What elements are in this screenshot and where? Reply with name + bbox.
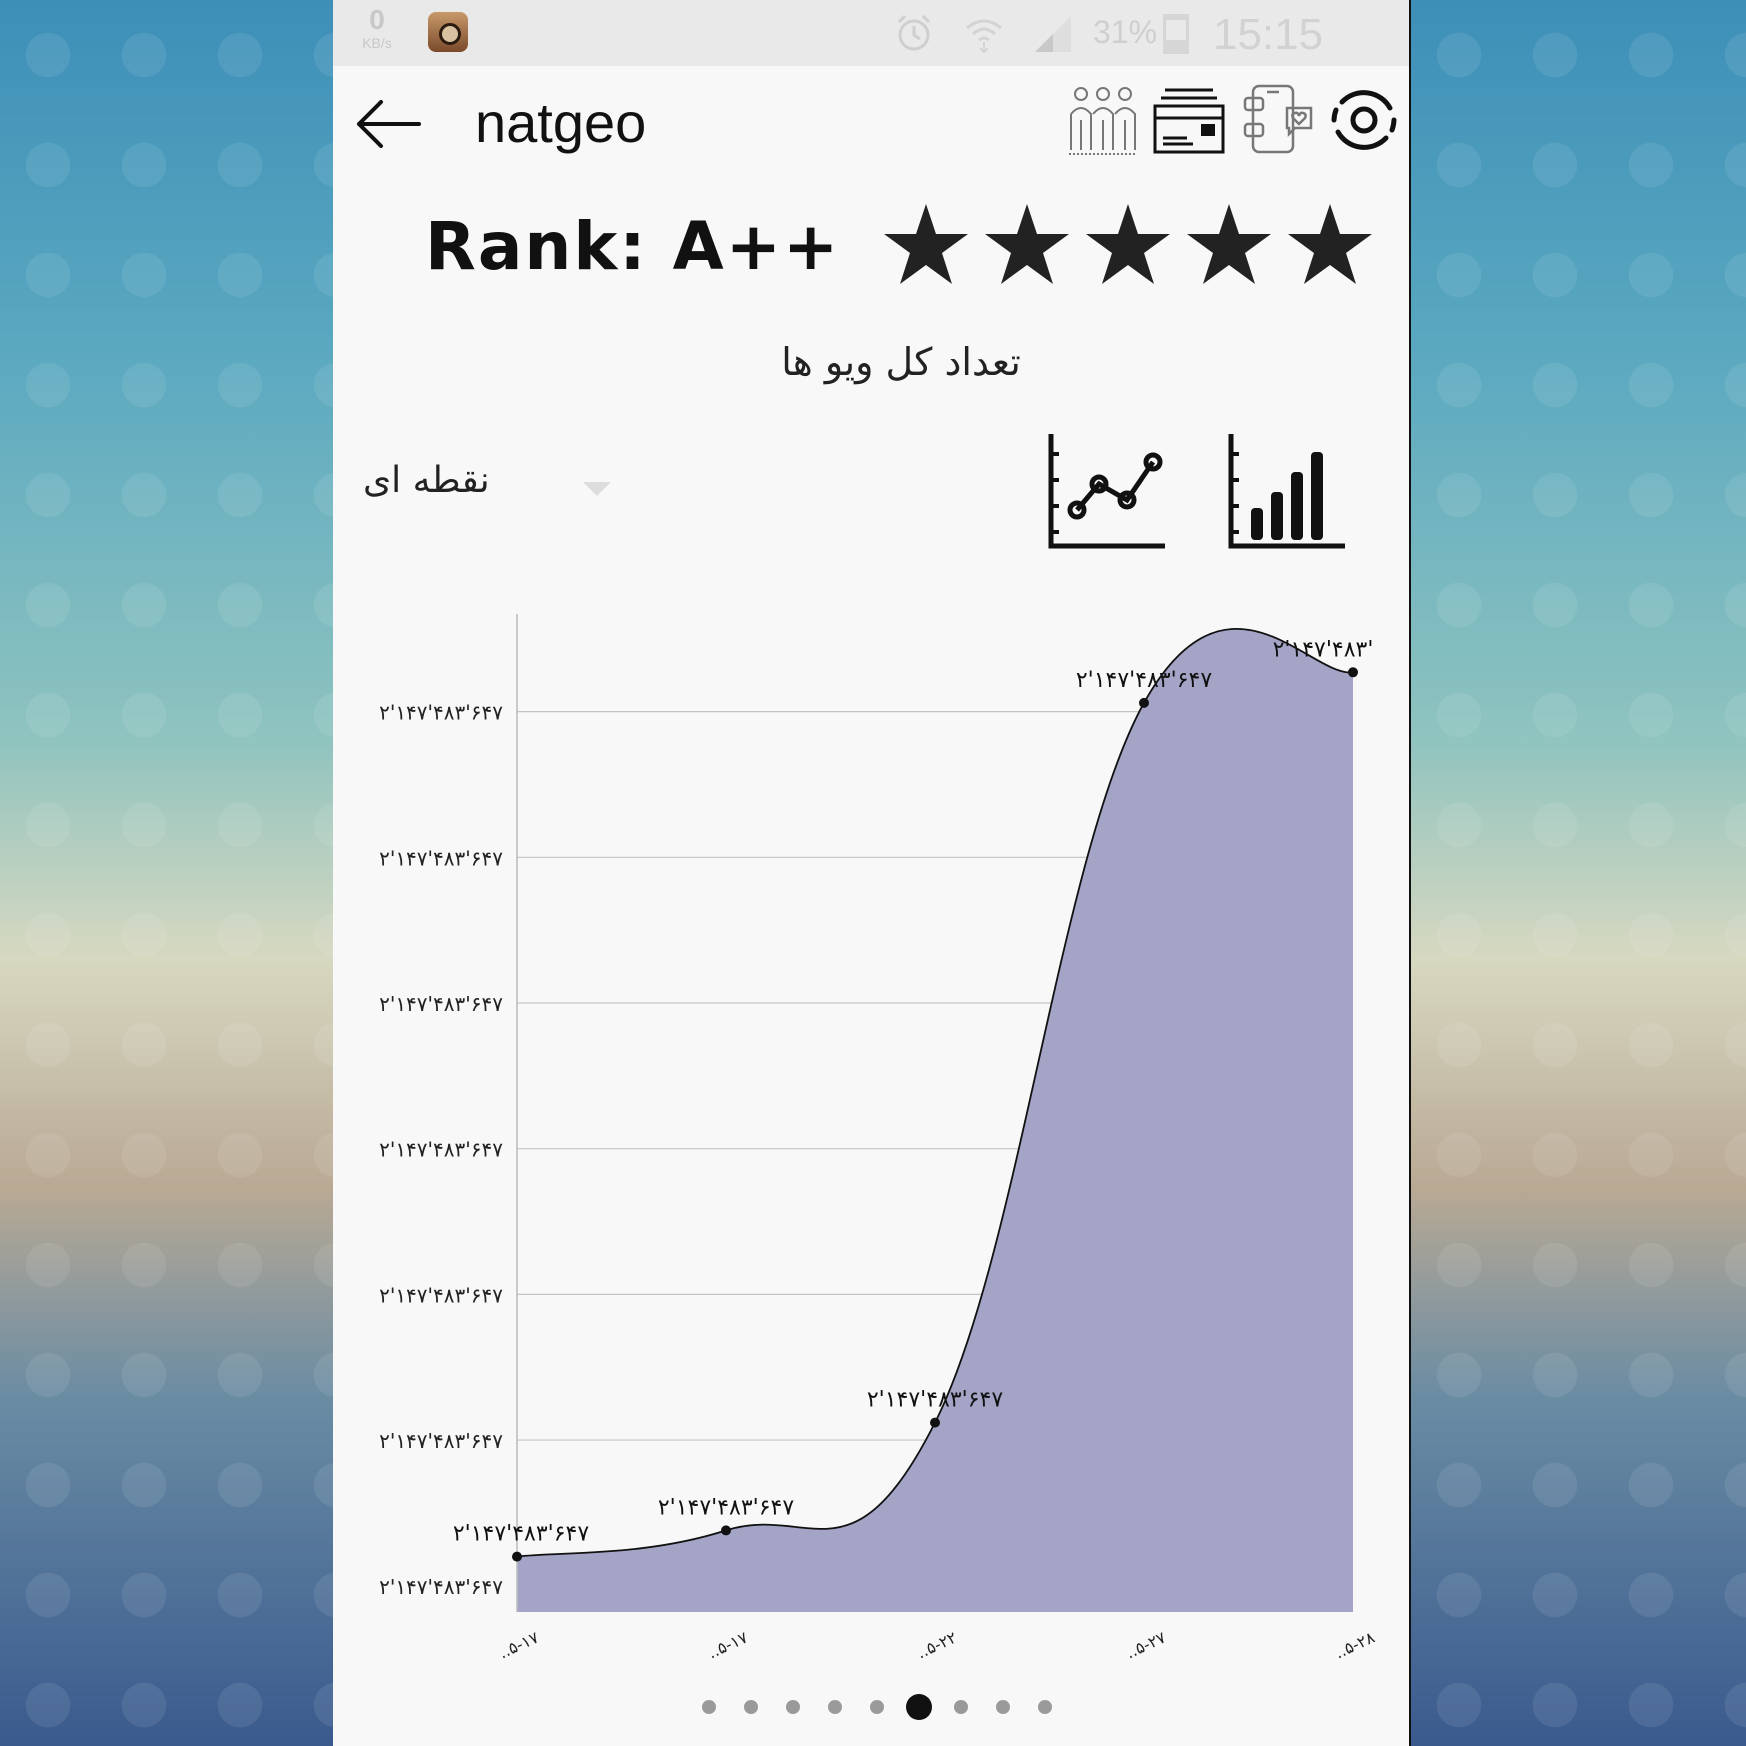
- page-dot[interactable]: [702, 1700, 716, 1714]
- data-point-label: ۲'۱۴۷'۴۸۳'۶۴۷: [867, 1388, 1003, 1413]
- x-tick-label: ..۵-۲۷: [1123, 1627, 1169, 1660]
- x-tick-label: ..۵-۱۷: [496, 1627, 542, 1660]
- followers-icon[interactable]: [1067, 84, 1139, 156]
- data-point[interactable]: [512, 1551, 522, 1562]
- data-point-label: ۲'۱۴۷'۴۸۳'۶۴۷: [1076, 668, 1212, 693]
- x-tick-label: ..۵-۲۲: [914, 1628, 960, 1660]
- data-point-label: ۲'۱۴۷'۴۸۳'۶۴۷: [453, 1522, 589, 1547]
- signal-icon: [1035, 16, 1071, 52]
- star-icon: [1086, 204, 1170, 284]
- app-screen: 0 KB/s 31% 15:15 natgeo Rank: A++ تعداد …: [333, 0, 1411, 1746]
- rank-stars: [881, 200, 1381, 290]
- clock: 15:15: [1213, 10, 1324, 59]
- y-tick-label: ۲'۱۴۷'۴۸۳'۶۴۷: [379, 992, 503, 1016]
- wifi-icon: [966, 19, 1002, 54]
- data-point-label: ۲'۱۴۷'۴۸۳': [1273, 637, 1374, 662]
- page-indicator: [333, 1694, 1409, 1720]
- y-tick-label: ۲'۱۴۷'۴۸۳'۶۴۷: [379, 1575, 503, 1599]
- y-tick-label: ۲'۱۴۷'۴۸۳'۶۴۷: [379, 1283, 503, 1307]
- chart-x-axis: ..۵-۱۷ ..۵-۱۷ ..۵-۲۲ ..۵-۲۷ ..۵-۲۸: [496, 1627, 1378, 1660]
- page-dot-active[interactable]: [906, 1694, 932, 1720]
- star-icon: [884, 204, 968, 284]
- page-dot[interactable]: [870, 1700, 884, 1714]
- data-point-label: ۲'۱۴۷'۴۸۳'۶۴۷: [658, 1495, 794, 1520]
- y-tick-label: ۲'۱۴۷'۴۸۳'۶۴۷: [379, 1429, 503, 1453]
- star-icon: [985, 204, 1069, 284]
- data-point[interactable]: [1139, 697, 1149, 708]
- network-speed-unit: KB/s: [362, 35, 392, 51]
- data-point[interactable]: [721, 1525, 731, 1536]
- battery-percent: 31%: [1093, 14, 1158, 50]
- views-area-chart: ۲'۱۴۷'۴۸۳'۶۴۷ ۲'۱۴۷'۴۸۳'۶۴۷ ۲'۱۴۷'۴۸۳'۶۴۷ ۲…: [379, 614, 1378, 1660]
- battery-icon: [1163, 14, 1189, 54]
- background-right: [1411, 0, 1746, 1746]
- data-point[interactable]: [930, 1417, 940, 1428]
- chevron-down-icon: [583, 482, 611, 496]
- x-tick-label: ..۵-۱۷: [705, 1627, 751, 1660]
- page-dot[interactable]: [744, 1700, 758, 1714]
- page-dot[interactable]: [786, 1700, 800, 1714]
- back-arrow-icon[interactable]: [353, 94, 423, 154]
- x-tick-label: ..۵-۲۸: [1332, 1627, 1378, 1660]
- settings-ring-icon[interactable]: [1328, 84, 1400, 156]
- network-speed: 0 KB/s: [355, 4, 399, 51]
- status-bar: 0 KB/s 31% 15:15: [333, 0, 1409, 66]
- data-point[interactable]: [1348, 667, 1358, 678]
- app-header: natgeo: [333, 66, 1409, 186]
- bar-chart-icon[interactable]: [1227, 434, 1347, 550]
- background-left: [0, 0, 333, 1746]
- page-dot[interactable]: [954, 1700, 968, 1714]
- network-speed-value: 0: [369, 4, 385, 35]
- star-icon: [1288, 204, 1372, 284]
- y-tick-label: ۲'۱۴۷'۴۸۳'۶۴۷: [379, 701, 503, 725]
- alarm-icon: [897, 14, 931, 51]
- chart-title: تعداد کل ویو ها: [781, 340, 1021, 384]
- chart-area-series: [517, 628, 1353, 1612]
- y-tick-label: ۲'۱۴۷'۴۸۳'۶۴۷: [379, 1138, 503, 1162]
- page-title: natgeo: [475, 91, 647, 154]
- page-dot[interactable]: [828, 1700, 842, 1714]
- line-chart-icon[interactable]: [1047, 434, 1167, 550]
- chart-mode-dropdown[interactable]: نقطه ای: [363, 460, 611, 520]
- rank-label: Rank: A++: [425, 208, 841, 285]
- chart-mode-value: نقطه ای: [363, 460, 490, 501]
- instagram-app-icon: [428, 12, 468, 52]
- chart-y-axis: ۲'۱۴۷'۴۸۳'۶۴۷ ۲'۱۴۷'۴۸۳'۶۴۷ ۲'۱۴۷'۴۸۳'۶۴۷ ۲…: [379, 701, 503, 1599]
- card-icon[interactable]: [1153, 84, 1225, 156]
- page-dot[interactable]: [996, 1700, 1010, 1714]
- page-dot[interactable]: [1038, 1700, 1052, 1714]
- star-icon: [1187, 204, 1271, 284]
- y-tick-label: ۲'۱۴۷'۴۸۳'۶۴۷: [379, 846, 503, 870]
- phone-likes-icon[interactable]: [1243, 84, 1315, 156]
